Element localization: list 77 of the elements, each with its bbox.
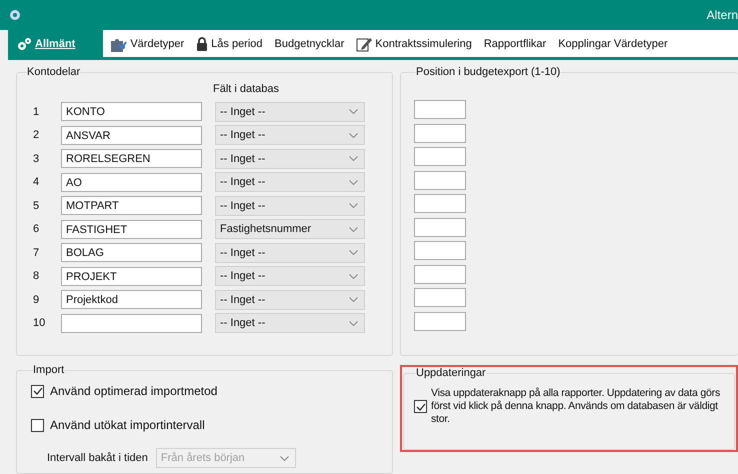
chevron-down-icon	[349, 180, 358, 185]
checkbox[interactable]	[31, 384, 44, 398]
group-title: Position i budgetexport (1-10)	[416, 66, 560, 78]
tab[interactable]: Kontraktssimulering	[350, 30, 478, 57]
text-field[interactable]: BOLAG	[61, 243, 202, 262]
text-field[interactable]: FASTIGHET	[61, 220, 202, 239]
row-number: 2	[32, 129, 40, 142]
gears-icon	[16, 36, 32, 50]
dropdown[interactable]: -- Inget --	[215, 148, 365, 169]
row-number: 8	[32, 270, 40, 282]
text-field[interactable]	[414, 170, 466, 190]
chevron-down-icon	[349, 320, 358, 326]
tab[interactable]: Rapportflikar	[478, 30, 552, 57]
text-field[interactable]: RORELSEGREN	[61, 149, 202, 168]
field-label: Intervall bakåt i tiden	[47, 452, 148, 464]
chevron-down-icon	[349, 250, 358, 256]
tab[interactable]: Kopplingar Värdetyper	[552, 30, 674, 57]
text-field[interactable]: Projektkod	[61, 290, 202, 310]
chevron-down-icon	[349, 203, 358, 208]
checkbox[interactable]	[31, 418, 44, 432]
check-icon	[32, 387, 42, 395]
row-number: 4	[32, 176, 40, 188]
dropdown[interactable]: -- Inget --	[215, 242, 365, 263]
row-number: 10	[32, 317, 46, 330]
group-title: Uppdateringar	[416, 367, 486, 379]
lock-icon	[196, 36, 208, 50]
text-field[interactable]	[414, 288, 466, 307]
dropdown[interactable]: -- Inget --	[215, 172, 365, 192]
dropdown[interactable]: -- Inget --	[215, 313, 365, 334]
text-field[interactable]	[61, 314, 202, 333]
text-field[interactable]	[414, 147, 466, 166]
text-field[interactable]: MOTPART	[61, 196, 202, 216]
dropdown[interactable]: -- Inget --	[215, 102, 365, 122]
text-field[interactable]	[414, 264, 466, 284]
column-header: Fält i databas	[213, 83, 280, 95]
row-number: 1	[32, 106, 40, 118]
row-number: 6	[32, 223, 40, 236]
tab[interactable]: Lås period	[190, 30, 269, 57]
dropdown[interactable]: -- Inget --	[215, 196, 365, 216]
chevron-down-icon	[349, 297, 358, 302]
chevron-down-icon	[349, 274, 358, 279]
chevron-down-icon	[349, 156, 358, 162]
text-field[interactable]: ANSVAR	[61, 126, 202, 145]
chevron-down-icon	[349, 226, 358, 232]
chevron-down-icon	[349, 109, 358, 114]
chevron-down-icon	[280, 456, 289, 460]
checkbox-label: Visa uppdateraknapp på alla rapporter. Uppdatering av data görs först vid klick på denna knapp. Används om databasen är väldigt stor.	[431, 387, 721, 426]
tab[interactable]: Allmänt	[8, 30, 104, 57]
text-field[interactable]: KONTO	[61, 102, 202, 122]
text-field[interactable]	[414, 241, 466, 260]
text-field[interactable]	[414, 194, 466, 213]
text-field[interactable]: AO	[61, 172, 202, 192]
row-number: 9	[32, 294, 40, 306]
group-title: Import	[33, 364, 64, 376]
group-title: Kontodelar	[27, 66, 80, 78]
dropdown[interactable]: -- Inget --	[215, 125, 365, 146]
tab[interactable]: Budgetnycklar	[268, 30, 350, 57]
checkbox-label: Använd utökat importintervall	[50, 418, 205, 432]
text-field[interactable]	[414, 218, 466, 236]
row-number: 5	[32, 200, 40, 212]
text-field[interactable]	[414, 312, 466, 330]
text-field[interactable]: PROJEKT	[61, 266, 202, 286]
gear-icon	[8, 8, 22, 22]
checkbox[interactable]	[414, 400, 427, 413]
text-field[interactable]	[414, 124, 466, 142]
row-number: 7	[32, 246, 40, 259]
check-icon	[416, 402, 426, 410]
dropdown[interactable]: -- Inget --	[215, 266, 365, 286]
text-field[interactable]	[414, 100, 466, 119]
row-number: 3	[32, 152, 40, 165]
checkbox-label: Använd optimerad importmetod	[50, 384, 218, 398]
window-title: Altern	[706, 8, 738, 22]
chevron-down-icon	[349, 132, 358, 138]
tab[interactable]: Värdetyper	[103, 30, 190, 57]
edit-icon	[356, 36, 372, 52]
dropdown[interactable]: Fastighetsnummer	[215, 219, 365, 240]
dropdown[interactable]: -- Inget --	[215, 290, 365, 310]
